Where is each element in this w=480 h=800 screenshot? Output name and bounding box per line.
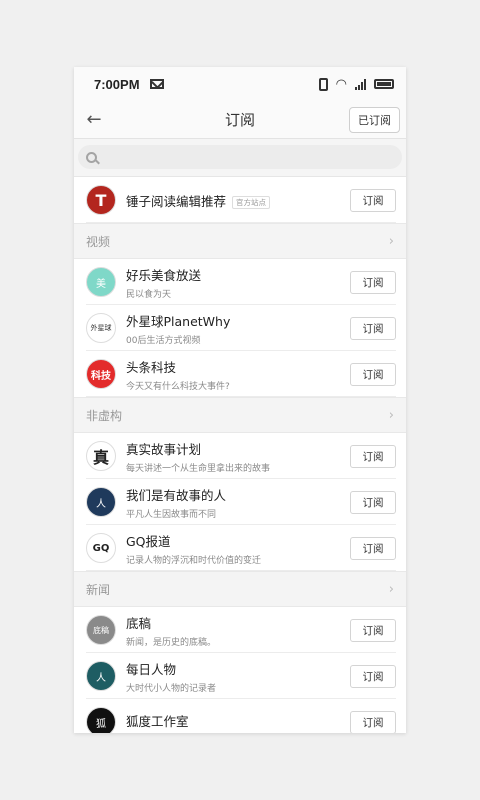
avatar-text: GQ — [92, 542, 110, 554]
channel-name: 我们是有故事的人 — [126, 487, 227, 503]
avatar-text: 科技 — [91, 370, 111, 382]
list-item[interactable]: 美 好乐美食放送 民以食为天 订阅 — [74, 259, 406, 305]
channel-avatar: 狐 — [86, 707, 116, 733]
subscribe-button[interactable]: 订阅 — [350, 490, 396, 514]
subscribe-button[interactable]: 订阅 — [350, 536, 396, 560]
channel-desc: 大时代小人物的记录者 — [126, 683, 217, 694]
list-item[interactable]: 底稿 底稿 新闻，是历史的底稿。 订阅 — [74, 607, 406, 653]
subscribe-button[interactable]: 订阅 — [350, 664, 396, 688]
chevron-right-icon: › — [388, 233, 394, 249]
channel-name: 底稿 — [126, 615, 152, 631]
subscribe-button[interactable]: 订阅 — [350, 444, 396, 468]
status-icons: ◠ — [318, 76, 394, 92]
avatar-text: 人 — [96, 672, 106, 684]
subscribe-button[interactable]: 订阅 — [350, 618, 396, 642]
vibrate-icon — [318, 77, 328, 91]
channel-text: 外星球PlanetWhy 00后生活方式视频 — [126, 311, 350, 346]
subscribe-button[interactable]: 订阅 — [350, 270, 396, 294]
avatar-text: 底稿 — [93, 625, 109, 635]
channel-text: 头条科技 今天又有什么科技大事件? — [126, 357, 350, 392]
channel-avatar: 人 — [86, 487, 116, 517]
status-bar: 7:00PM ◠ — [74, 67, 406, 101]
status-time: 7:00PM — [94, 76, 140, 92]
channel-text: 真实故事计划 每天讲述一个从生命里拿出来的故事 — [126, 439, 350, 474]
chevron-right-icon: › — [388, 407, 394, 423]
channel-name: 每日人物 — [126, 661, 177, 677]
featured-avatar-text: T — [95, 190, 107, 210]
channel-desc: 记录人物的浮沉和时代价值的变迁 — [126, 555, 262, 566]
channel-text: 狐度工作室 — [126, 711, 350, 733]
channel-name: 好乐美食放送 — [126, 267, 202, 283]
section-header-nonfiction[interactable]: 非虚构 › — [74, 397, 406, 433]
back-arrow-icon[interactable]: ← — [74, 101, 114, 139]
featured-row[interactable]: T 锤子阅读编辑推荐 官方站点 订阅 — [74, 177, 406, 223]
subscribe-button[interactable]: 订阅 — [350, 188, 396, 212]
channel-name: GQ报道 — [126, 533, 171, 549]
channel-avatar: 美 — [86, 267, 116, 297]
avatar-text: 美 — [96, 278, 106, 290]
section-title: 新闻 — [86, 582, 111, 597]
phone-screen: 7:00PM ◠ ← 订阅 已订阅 T 锤子阅读编辑推荐 官方站点 订阅 视频 › — [74, 67, 406, 733]
subscribed-button[interactable]: 已订阅 — [349, 106, 400, 133]
channel-text: GQ报道 记录人物的浮沉和时代价值的变迁 — [126, 531, 350, 566]
list-item[interactable]: 外星球 外星球PlanetWhy 00后生活方式视频 订阅 — [74, 305, 406, 351]
search-input[interactable] — [103, 151, 402, 163]
list-item[interactable]: 狐 狐度工作室 订阅 — [74, 699, 406, 733]
channel-desc: 每天讲述一个从生命里拿出来的故事 — [126, 463, 271, 474]
section-title: 视频 — [86, 234, 111, 249]
avatar-text: 真 — [92, 448, 109, 467]
search-bar — [74, 139, 406, 177]
channel-desc: 新闻，是历史的底稿。 — [126, 637, 217, 648]
channel-avatar: 科技 — [86, 359, 116, 389]
featured-avatar: T — [86, 185, 116, 215]
nav-header: ← 订阅 已订阅 — [74, 101, 406, 139]
list-item[interactable]: GQ GQ报道 记录人物的浮沉和时代价值的变迁 订阅 — [74, 525, 406, 571]
avatar-text: 人 — [96, 498, 106, 510]
subscribe-button[interactable]: 订阅 — [350, 710, 396, 733]
channel-desc: 今天又有什么科技大事件? — [126, 381, 230, 392]
section-header-news[interactable]: 新闻 › — [74, 571, 406, 607]
signal-icon — [355, 78, 366, 90]
list-item[interactable]: 人 我们是有故事的人 平凡人生因故事而不同 订阅 — [74, 479, 406, 525]
battery-icon — [374, 79, 394, 89]
avatar-text: 狐 — [96, 718, 106, 730]
search-icon — [86, 151, 97, 163]
mail-icon — [149, 79, 164, 89]
channel-avatar: GQ — [86, 533, 116, 563]
section-title: 非虚构 — [86, 408, 123, 423]
subscribe-button[interactable]: 订阅 — [350, 316, 396, 340]
official-tag: 官方站点 — [232, 195, 271, 209]
channel-avatar: 人 — [86, 661, 116, 691]
featured-name-label: 锤子阅读编辑推荐 — [126, 193, 227, 209]
channel-text: 我们是有故事的人 平凡人生因故事而不同 — [126, 485, 350, 520]
featured-text: 锤子阅读编辑推荐 官方站点 — [126, 191, 350, 210]
list-item[interactable]: 科技 头条科技 今天又有什么科技大事件? 订阅 — [74, 351, 406, 397]
avatar-text: 外星球 — [90, 324, 112, 332]
chevron-right-icon: › — [388, 581, 394, 597]
channel-text: 每日人物 大时代小人物的记录者 — [126, 659, 350, 694]
channel-desc: 民以食为天 — [126, 289, 172, 300]
channel-name: 头条科技 — [126, 359, 177, 375]
list-item[interactable]: 人 每日人物 大时代小人物的记录者 订阅 — [74, 653, 406, 699]
channel-avatar: 外星球 — [86, 313, 116, 343]
channel-text: 好乐美食放送 民以食为天 — [126, 265, 350, 300]
channel-name: 真实故事计划 — [126, 441, 202, 457]
featured-name: 锤子阅读编辑推荐 官方站点 — [126, 191, 350, 210]
channel-name: 外星球PlanetWhy — [126, 313, 231, 329]
channel-desc: 00后生活方式视频 — [126, 335, 201, 346]
channel-text: 底稿 新闻，是历史的底稿。 — [126, 613, 350, 648]
channel-name: 狐度工作室 — [126, 714, 189, 729]
search-box[interactable] — [78, 145, 402, 169]
channel-avatar: 底稿 — [86, 615, 116, 645]
wifi-icon: ◠ — [335, 76, 347, 92]
channel-avatar: 真 — [86, 441, 116, 471]
subscribe-button[interactable]: 订阅 — [350, 362, 396, 386]
section-header-video[interactable]: 视频 › — [74, 223, 406, 259]
channel-desc: 平凡人生因故事而不同 — [126, 509, 217, 520]
list-item[interactable]: 真 真实故事计划 每天讲述一个从生命里拿出来的故事 订阅 — [74, 433, 406, 479]
